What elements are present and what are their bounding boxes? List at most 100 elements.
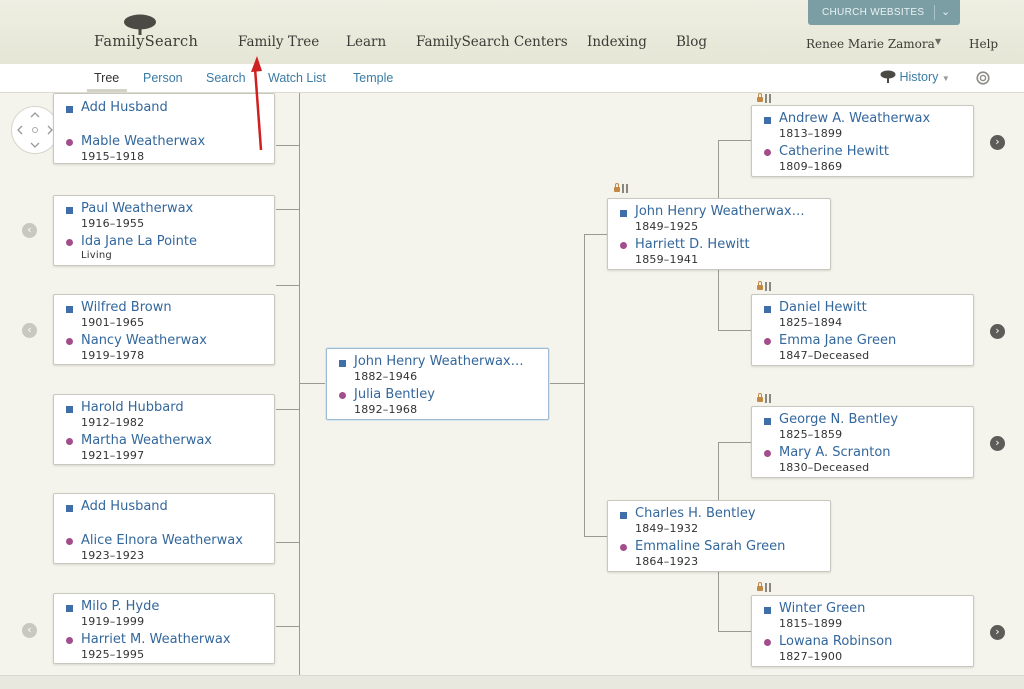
grandparents-card[interactable]: Andrew A. Weatherwax 1813–1899 Catherine… [751,105,974,177]
history-label: History [899,70,939,84]
person-name[interactable]: John Henry Weatherwax… [635,204,805,219]
person-name[interactable]: Harold Hubbard [81,400,184,415]
person-name[interactable]: Harriet M. Weatherwax [81,632,231,647]
expand-left-button[interactable]: ‹ [22,623,37,638]
lifespan: 1864–1923 [635,555,699,568]
person-name[interactable]: Winter Green [779,601,865,616]
logo-text: FamilySearch [94,34,199,50]
person-name[interactable]: Wilfred Brown [81,300,172,315]
connector [276,145,300,146]
parents-card[interactable]: John Henry Weatherwax… 1849–1925 Harriet… [607,198,831,270]
expand-right-button[interactable]: › [990,625,1005,640]
person-name[interactable]: Catherine Hewitt [779,144,889,159]
lifespan: 1919–1978 [81,349,145,362]
parents-card[interactable]: Charles H. Bentley 1849–1932 Emmaline Sa… [607,500,831,572]
female-icon [339,392,346,399]
lifespan: 1901–1965 [81,316,145,329]
female-icon [764,338,771,345]
grandparents-card[interactable]: Winter Green 1815–1899 Lowana Robinson 1… [751,595,974,667]
nav-indexing[interactable]: Indexing [587,34,647,50]
history-menu[interactable]: History ▼ [880,70,950,84]
tab-search[interactable]: Search [206,71,246,85]
family-card[interactable]: Milo P. Hyde 1919–1999 Harriet M. Weathe… [53,593,275,664]
tab-temple[interactable]: Temple [353,71,393,85]
person-name[interactable]: Milo P. Hyde [81,599,159,614]
female-icon [66,637,73,644]
person-name[interactable]: Paul Weatherwax [81,201,193,216]
family-card[interactable]: Wilfred Brown 1901–1965 Nancy Weatherwax… [53,294,275,365]
temple-icon [622,184,628,193]
familysearch-logo[interactable]: FamilySearch [94,14,214,54]
ordinance-status[interactable] [757,93,771,105]
person-name[interactable]: Lowana Robinson [779,634,892,649]
connector [718,442,719,500]
lifespan: 1815–1899 [779,617,843,630]
focus-couple-card[interactable]: John Henry Weatherwax… 1882–1946 Julia B… [326,348,549,420]
help-ring-icon[interactable] [976,71,990,85]
grandparents-card[interactable]: Daniel Hewitt 1825–1894 Emma Jane Green … [751,294,974,366]
expand-right-button[interactable]: › [990,436,1005,451]
connector [276,542,300,543]
female-icon [620,544,627,551]
lifespan: 1849–1932 [635,522,699,535]
family-card[interactable]: Add Husband Mable Weatherwax 1915–1918 [53,93,275,164]
tab-tree[interactable]: Tree [94,71,119,85]
ordinance-status[interactable] [757,582,771,594]
person-name[interactable]: Charles H. Bentley [635,506,756,521]
female-icon [66,438,73,445]
nav-learn[interactable]: Learn [346,34,386,50]
tab-person[interactable]: Person [143,71,183,85]
pan-control[interactable] [11,106,59,154]
bottom-scrollbar[interactable] [0,675,1024,689]
chevron-down-icon[interactable]: ⌄ [941,5,951,18]
user-caret-icon[interactable]: ▼ [935,37,941,46]
nav-familysearch-centers[interactable]: FamilySearch Centers [416,34,568,50]
female-icon [66,538,73,545]
connector [584,234,608,235]
lifespan: 1830–Deceased [779,461,870,474]
person-name[interactable]: Mable Weatherwax [81,134,205,149]
ordinance-status[interactable] [757,393,771,405]
church-websites-button[interactable]: CHURCH WEBSITES ⌄ [808,0,960,25]
person-name[interactable]: Daniel Hewitt [779,300,867,315]
user-menu[interactable]: Renee Marie Zamora [806,37,935,51]
family-card[interactable]: Harold Hubbard 1912–1982 Martha Weatherw… [53,394,275,465]
tree-canvas[interactable]: − + Add Husband Mable Weatherwax 1915–19… [0,93,1024,675]
male-icon [620,210,627,217]
connector [549,383,584,384]
expand-left-button[interactable]: ‹ [22,223,37,238]
lifespan: 1859–1941 [635,253,699,266]
person-name[interactable]: Ida Jane La Pointe [81,234,197,249]
person-name[interactable]: Emma Jane Green [779,333,896,348]
expand-right-button[interactable]: › [990,324,1005,339]
temple-icon [765,94,771,103]
person-name[interactable]: Harriett D. Hewitt [635,237,750,252]
person-name[interactable]: John Henry Weatherwax… [354,354,524,369]
person-name[interactable]: Add Husband [81,100,168,115]
ordinance-status[interactable] [614,183,628,195]
tree-icon [880,70,896,83]
connector [718,140,719,198]
pan-arrows-icon [17,112,53,148]
ordinance-status[interactable] [757,281,771,293]
person-name[interactable]: Andrew A. Weatherwax [779,111,930,126]
person-name[interactable]: Julia Bentley [354,387,435,402]
lock-icon [757,393,763,402]
nav-blog[interactable]: Blog [676,34,707,50]
person-name[interactable]: Emmaline Sarah Green [635,539,785,554]
help-link[interactable]: Help [969,37,998,51]
person-name[interactable]: Martha Weatherwax [81,433,212,448]
add-husband-link[interactable]: Add Husband [81,499,168,514]
family-card[interactable]: Paul Weatherwax 1916–1955 Ida Jane La Po… [53,195,275,266]
expand-right-button[interactable]: › [990,135,1005,150]
expand-left-button[interactable]: ‹ [22,323,37,338]
female-icon [66,239,73,246]
nav-family-tree[interactable]: Family Tree [238,34,319,50]
person-name[interactable]: Alice Elnora Weatherwax [81,533,243,548]
family-card[interactable]: Add Husband Alice Elnora Weatherwax 1923… [53,493,275,564]
lifespan: 1912–1982 [81,416,145,429]
person-name[interactable]: Mary A. Scranton [779,445,891,460]
person-name[interactable]: George N. Bentley [779,412,898,427]
person-name[interactable]: Nancy Weatherwax [81,333,207,348]
grandparents-card[interactable]: George N. Bentley 1825–1859 Mary A. Scra… [751,406,974,478]
